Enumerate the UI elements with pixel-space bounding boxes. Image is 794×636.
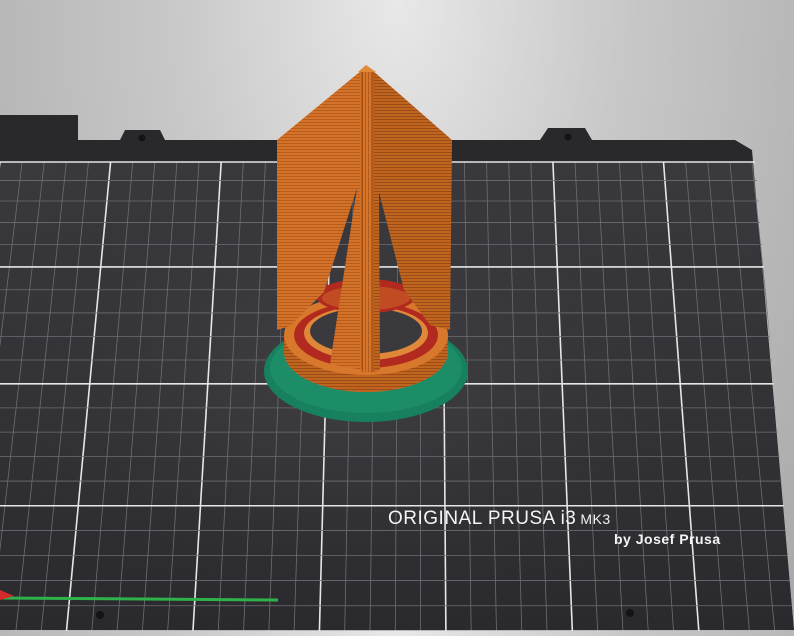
printer-maker-label: by Josef Prusa: [614, 531, 721, 547]
bed-screw-hole: [565, 134, 572, 141]
printer-model: MK3: [580, 511, 610, 527]
x-axis-line: [0, 598, 278, 600]
3d-viewport[interactable]: ORIGINAL PRUSA i3MK3 by Josef Prusa: [0, 0, 794, 631]
bed-screw-hole: [96, 611, 104, 619]
printer-brand-label: ORIGINAL PRUSA i3MK3: [388, 508, 611, 530]
printer-name: ORIGINAL PRUSA i3: [388, 508, 576, 529]
bed-screw-hole: [139, 135, 146, 142]
tower-tip: [358, 65, 376, 72]
bed-screw-hole: [626, 609, 634, 617]
